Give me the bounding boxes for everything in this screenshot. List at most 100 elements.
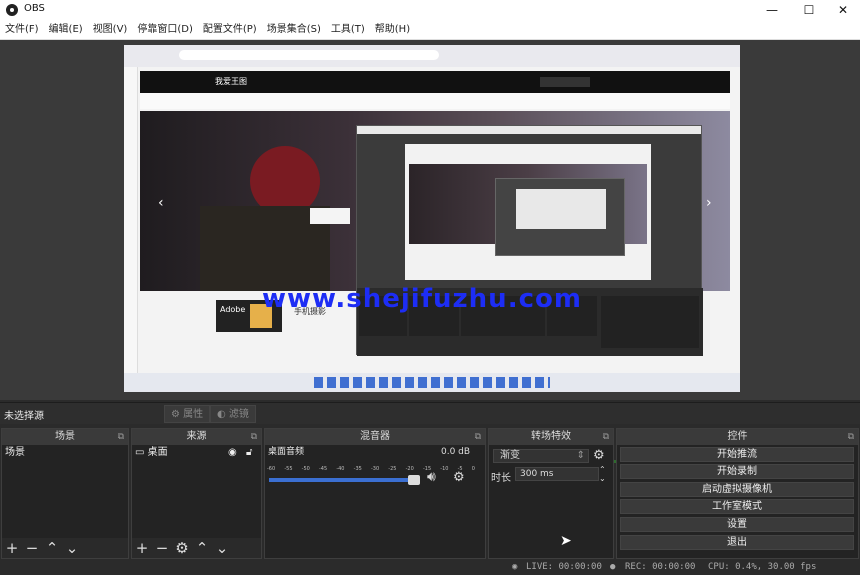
stream-status-icon: ◉ xyxy=(512,562,518,572)
sources-header: 来源 ⧉ xyxy=(132,429,261,445)
maximize-button[interactable]: ☐ xyxy=(792,0,826,20)
meter-scale-tick: -40 xyxy=(336,466,345,472)
sources-dock: 来源 ⧉ ▭ 桌面 ◉ 🔓︎ + − ⚙ ⌃ ⌄ xyxy=(131,428,262,559)
window-title: OBS xyxy=(24,3,45,14)
channel-db: 0.0 dB xyxy=(441,447,471,457)
transitions-title: 转场特效 xyxy=(531,431,571,442)
title-bar: OBS — ☐ ✕ xyxy=(0,0,860,20)
move-down-icon[interactable]: ⌄ xyxy=(62,538,82,558)
duration-label: 时长 xyxy=(491,473,511,484)
nested-preview xyxy=(405,144,651,280)
duration-input[interactable]: 300 ms xyxy=(515,467,599,481)
menu-tools[interactable]: 工具(T) xyxy=(326,20,370,40)
gear-icon[interactable]: ⚙ xyxy=(172,538,192,558)
rec-status-icon: ● xyxy=(610,562,616,572)
exit-button[interactable]: 退出 xyxy=(620,535,854,550)
preview-canvas[interactable]: 我爱王图 ‹ › Adobe 手机摄影 xyxy=(124,45,740,392)
browser-sidebar xyxy=(124,67,138,377)
hero-button xyxy=(310,208,350,224)
start-streaming-button[interactable]: 开始推流 xyxy=(620,447,854,462)
lock-icon[interactable]: 🔓︎ xyxy=(246,445,252,460)
add-source-button[interactable]: + xyxy=(132,538,152,558)
meter-scale: -60 -55 -50 -45 -40 -35 -30 -25 -20 -15 -10 -5 0 xyxy=(267,466,475,474)
nested-obs-window xyxy=(356,125,703,356)
monitor-icon: ▭ xyxy=(135,447,145,458)
transitions-header: 转场特效 ⧉ xyxy=(489,429,613,445)
move-down-icon[interactable]: ⌄ xyxy=(212,538,232,558)
meter-scale-tick: 0 xyxy=(471,466,475,472)
mixer-title: 混音器 xyxy=(360,431,390,442)
meter-scale-tick: -30 xyxy=(370,466,380,472)
chevron-updown-icon: ⇕ xyxy=(576,450,585,461)
status-bar: ◉ LIVE: 00:00:00 ● REC: 00:00:00 CPU: 0.… xyxy=(0,560,860,575)
no-source-selected-label: 未选择源 xyxy=(4,411,44,422)
visibility-eye-icon[interactable]: ◉ xyxy=(228,445,237,460)
studio-mode-button[interactable]: 工作室模式 xyxy=(620,499,854,514)
menu-file[interactable]: 文件(F) xyxy=(0,20,44,40)
undock-icon[interactable]: ⧉ xyxy=(603,429,609,445)
start-virtual-camera-button[interactable]: 启动虚拟摄像机 xyxy=(620,482,854,497)
scenes-title: 场景 xyxy=(55,431,75,442)
duration-stepper[interactable]: ⌃ ⌄ xyxy=(599,465,606,483)
hero-next-arrow[interactable]: › xyxy=(706,195,712,211)
menu-profile[interactable]: 配置文件(P) xyxy=(198,20,262,40)
undock-icon[interactable]: ⧉ xyxy=(475,429,481,445)
undock-icon[interactable]: ⧉ xyxy=(118,429,124,445)
source-item[interactable]: ▭ 桌面 ◉ 🔓︎ xyxy=(132,445,261,460)
mixer-dock: 混音器 ⧉ 桌面音频 0.0 dB -60 -55 -50 -45 -40 -35 -30 -2… xyxy=(264,428,736,559)
menu-help[interactable]: 帮助(H) xyxy=(370,20,415,40)
speaker-icon[interactable]: 🔊︎ xyxy=(427,469,436,485)
watermark-text: www.shejifuzhu.com xyxy=(262,284,582,314)
close-button[interactable]: ✕ xyxy=(826,0,860,20)
site-search xyxy=(540,77,590,87)
undock-icon[interactable]: ⧉ xyxy=(251,429,257,445)
live-time: LIVE: 00:00:00 xyxy=(526,562,602,572)
gear-icon[interactable]: ⚙ xyxy=(453,470,465,485)
duration-value: 300 ms xyxy=(520,469,554,479)
controls-header: 控件 ⧉ xyxy=(617,429,858,445)
nested-window-2 xyxy=(495,178,625,256)
site-subnav xyxy=(140,93,730,109)
meter-scale-tick: -10 xyxy=(440,466,449,472)
meter-scale-tick: -25 xyxy=(388,466,397,472)
nested-dock-controls xyxy=(601,296,699,348)
scenes-header: 场景 ⧉ xyxy=(2,429,128,445)
scene-item[interactable]: 场景 xyxy=(2,445,128,460)
meter-scale-tick: -35 xyxy=(353,466,362,472)
menu-scene-collection[interactable]: 场景集合(S) xyxy=(262,20,326,40)
settings-button[interactable]: 设置 xyxy=(620,517,854,532)
remove-source-button[interactable]: − xyxy=(152,538,172,558)
minimize-button[interactable]: — xyxy=(755,0,789,20)
scenes-dock: 场景 ⧉ 场景 + − ⌃ ⌄ xyxy=(1,428,129,559)
transition-select[interactable]: 渐变 ⇕ xyxy=(493,449,589,463)
rec-time: REC: 00:00:00 xyxy=(625,562,696,572)
meter-scale-tick: -45 xyxy=(318,466,328,472)
taskbar-icons xyxy=(314,377,550,388)
filters-button[interactable]: ◐ 滤镜 xyxy=(210,405,256,423)
volume-slider-handle[interactable] xyxy=(408,475,420,485)
menu-edit[interactable]: 编辑(E) xyxy=(44,20,88,40)
properties-label: 属性 xyxy=(183,409,204,420)
site-logo: 我爱王图 xyxy=(215,77,247,86)
mixer-channel-row: 桌面音频 0.0 dB xyxy=(265,445,485,460)
undock-icon[interactable]: ⧉ xyxy=(848,429,854,445)
source-name: 桌面 xyxy=(147,447,168,458)
hero-prev-arrow[interactable]: ‹ xyxy=(158,195,164,211)
menu-docks[interactable]: 停靠窗口(D) xyxy=(132,20,198,40)
start-recording-button[interactable]: 开始录制 xyxy=(620,464,854,479)
filters-label: 滤镜 xyxy=(228,409,249,420)
move-up-icon[interactable]: ⌃ xyxy=(192,538,212,558)
scenes-toolbar: + − ⌃ ⌄ xyxy=(2,538,128,558)
remove-scene-button[interactable]: − xyxy=(22,538,42,558)
volume-slider-track[interactable] xyxy=(269,475,420,485)
transition-selected: 渐变 xyxy=(500,450,520,461)
properties-button[interactable]: ⚙ 属性 xyxy=(164,405,211,423)
gear-icon[interactable]: ⚙ xyxy=(593,448,605,463)
sources-title: 来源 xyxy=(186,431,207,442)
meter-scale-tick: -55 xyxy=(284,466,293,472)
obs-logo-icon xyxy=(6,4,18,16)
add-scene-button[interactable]: + xyxy=(2,538,22,558)
move-up-icon[interactable]: ⌃ xyxy=(42,538,62,558)
menu-view[interactable]: 视图(V) xyxy=(88,20,133,40)
meter-scale-tick: -50 xyxy=(301,466,310,472)
